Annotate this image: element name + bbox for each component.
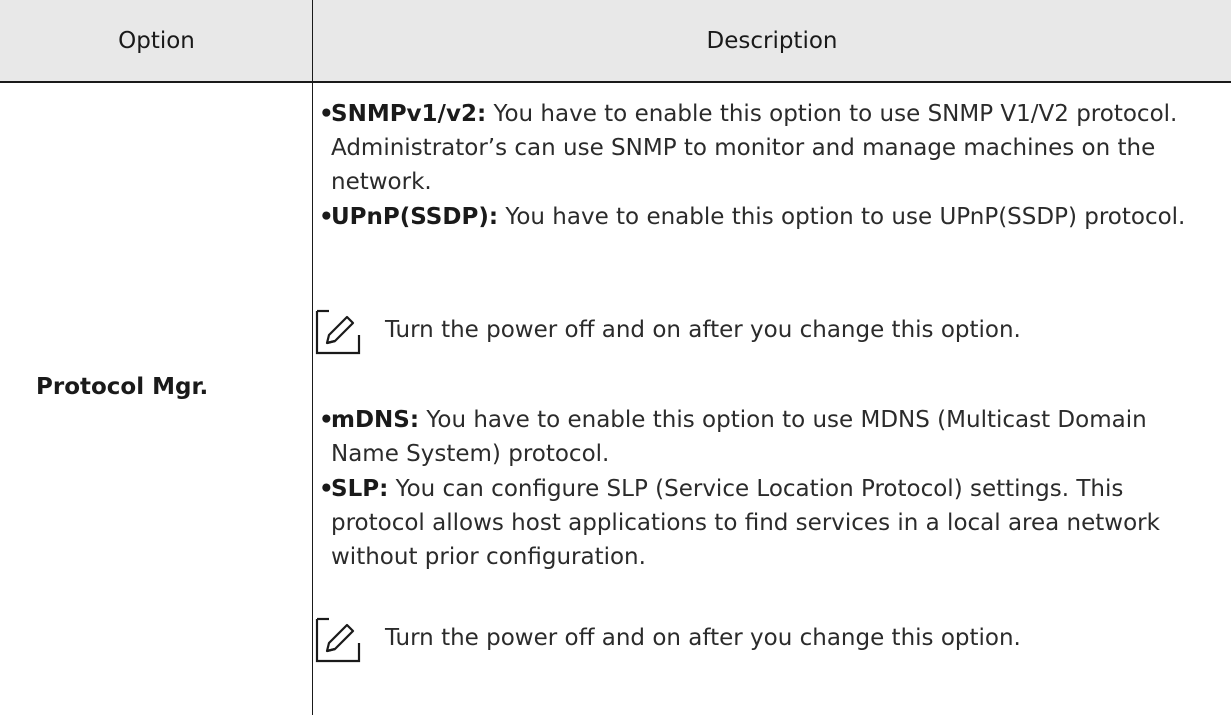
note-1: Turn the power off and on after you chan…: [313, 307, 1231, 357]
bullet-icon: •: [319, 204, 334, 230]
list-item-snmp: • SNMPv1/v2: You have to enable this opt…: [319, 97, 1211, 199]
item-term: mDNS:: [331, 407, 420, 433]
header-option: Option: [118, 27, 195, 54]
bullet-icon: •: [319, 407, 334, 433]
note-pencil-icon: [315, 617, 361, 663]
item-text: You can configure SLP (Service Location …: [331, 476, 1160, 570]
note-pencil-icon: [315, 309, 361, 355]
table-header: Option Description: [0, 0, 1231, 83]
item-term: SNMPv1/v2:: [331, 101, 487, 127]
note-2: Turn the power off and on after you chan…: [313, 615, 1231, 665]
column-divider: [312, 0, 313, 715]
item-term: SLP:: [331, 476, 389, 502]
item-term: UPnP(SSDP):: [331, 204, 499, 230]
bullet-icon: •: [319, 101, 334, 127]
item-text: You have to enable this option to use UP…: [498, 204, 1186, 230]
bullet-icon: •: [319, 476, 334, 502]
note-text: Turn the power off and on after you chan…: [385, 317, 1021, 343]
item-text: You have to enable this option to use MD…: [331, 407, 1147, 467]
header-description: Description: [706, 27, 838, 54]
options-table: Option Description Protocol Mgr. • SNMPv…: [0, 0, 1231, 715]
option-name: Protocol Mgr.: [36, 374, 209, 400]
note-text: Turn the power off and on after you chan…: [385, 625, 1021, 651]
list-item-slp: • SLP: You can configure SLP (Service Lo…: [319, 472, 1211, 574]
list-item-mdns: • mDNS: You have to enable this option t…: [319, 403, 1211, 471]
list-item-upnp: • UPnP(SSDP): You have to enable this op…: [319, 200, 1211, 234]
